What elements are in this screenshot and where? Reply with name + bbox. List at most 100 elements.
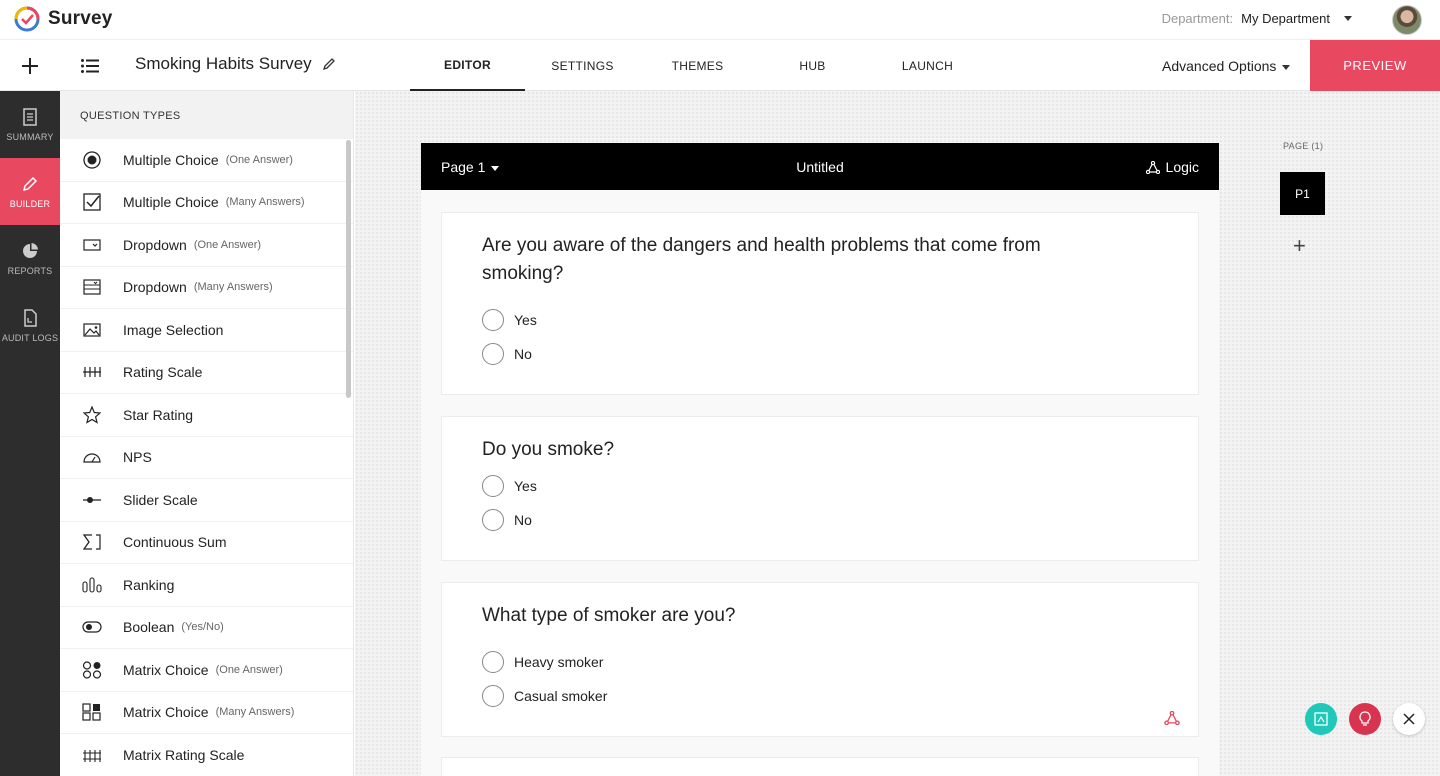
qtype-sub: (One Answer) bbox=[215, 663, 283, 676]
advanced-options-dropdown[interactable]: Advanced Options bbox=[1162, 58, 1291, 74]
qtype-label: Matrix Rating Scale bbox=[123, 746, 245, 763]
answer-option[interactable]: Heavy smoker bbox=[482, 651, 603, 673]
qtype-label: Matrix Choice bbox=[123, 661, 209, 678]
logic-button[interactable]: Logic bbox=[1145, 159, 1199, 175]
answer-label: Heavy smoker bbox=[514, 654, 604, 670]
question-types-panel: QUESTION TYPES Multiple Choice (One Answe… bbox=[60, 91, 354, 776]
qtype-slider-scale[interactable]: Slider Scale bbox=[60, 479, 353, 522]
question-types-scrollbar[interactable] bbox=[346, 140, 351, 398]
radio-button[interactable] bbox=[482, 509, 504, 531]
summary-icon bbox=[23, 107, 37, 126]
qtype-continuous-sum[interactable]: Continuous Sum bbox=[60, 522, 353, 564]
star-icon bbox=[82, 405, 102, 425]
qtype-matrix-choice-one[interactable]: Matrix Choice (One Answer) bbox=[60, 649, 353, 692]
tab-editor[interactable]: EDITOR bbox=[410, 40, 525, 91]
question-logic-icon[interactable] bbox=[1164, 711, 1180, 725]
radio-button[interactable] bbox=[482, 343, 504, 365]
answer-label: Casual smoker bbox=[514, 688, 608, 704]
qtype-rating-scale[interactable]: Rating Scale bbox=[60, 352, 353, 394]
nav-reports[interactable]: REPORTS bbox=[0, 225, 60, 292]
answer-option[interactable]: Casual smoker bbox=[482, 685, 607, 707]
tab-themes[interactable]: THEMES bbox=[640, 40, 755, 91]
page-thumbnail-p1[interactable]: P1 bbox=[1280, 172, 1325, 215]
survey-logo-icon bbox=[14, 6, 40, 32]
qtype-dropdown-many[interactable]: Dropdown (Many Answers) bbox=[60, 267, 353, 309]
qtype-matrix-rating-scale[interactable]: Matrix Rating Scale bbox=[60, 734, 353, 776]
question-card[interactable]: What type of smoker are you? Heavy smoke… bbox=[441, 582, 1199, 737]
question-card[interactable] bbox=[441, 757, 1199, 776]
qtype-image-selection[interactable]: Image Selection bbox=[60, 309, 353, 352]
radio-button[interactable] bbox=[482, 651, 504, 673]
qtype-dropdown-one[interactable]: Dropdown (One Answer) bbox=[60, 224, 353, 267]
nav-summary-label: SUMMARY bbox=[6, 131, 54, 142]
nav-audit-logs[interactable]: AUDIT LOGS bbox=[0, 292, 60, 359]
answer-label: Yes bbox=[514, 478, 537, 494]
presentation-button[interactable] bbox=[1305, 703, 1337, 735]
toggle-icon bbox=[82, 617, 102, 637]
lightbulb-icon bbox=[1359, 711, 1371, 726]
qtype-sub: (Many Answers) bbox=[215, 706, 295, 719]
page-title[interactable]: Untitled bbox=[421, 159, 1219, 175]
gauge-icon bbox=[82, 447, 102, 467]
qtype-label: Matrix Choice bbox=[123, 704, 209, 721]
qtype-label: Multiple Choice bbox=[123, 151, 219, 168]
sum-icon bbox=[82, 532, 102, 552]
avatar[interactable] bbox=[1392, 5, 1422, 35]
qtype-sub: (Many Answers) bbox=[193, 281, 273, 294]
tab-hub[interactable]: HUB bbox=[755, 40, 870, 91]
radio-button[interactable] bbox=[482, 309, 504, 331]
qtype-ranking[interactable]: Ranking bbox=[60, 564, 353, 607]
qtype-sub: (One Answer) bbox=[193, 238, 262, 251]
tab-settings[interactable]: SETTINGS bbox=[525, 40, 640, 91]
top-bar: Survey Department: My Department bbox=[0, 0, 1440, 40]
department-label: Department: bbox=[1161, 11, 1234, 26]
app-name: Survey bbox=[48, 8, 113, 29]
tab-launch[interactable]: LAUNCH bbox=[870, 40, 985, 91]
presentation-icon bbox=[1314, 712, 1328, 726]
app-logo[interactable]: Survey bbox=[14, 6, 113, 32]
page-header: Page 1 Untitled Logic bbox=[421, 143, 1219, 190]
survey-title[interactable]: Smoking Habits Survey bbox=[135, 54, 336, 74]
menu-button[interactable] bbox=[60, 40, 120, 91]
ranking-icon bbox=[82, 575, 102, 595]
radio-button[interactable] bbox=[482, 475, 504, 497]
nav-builder[interactable]: BUILDER bbox=[0, 158, 60, 225]
qtype-label: Dropdown bbox=[123, 236, 187, 253]
radio-button[interactable] bbox=[482, 685, 504, 707]
qtype-multiple-choice-many[interactable]: Multiple Choice (Many Answers) bbox=[60, 182, 353, 224]
qtype-boolean[interactable]: Boolean (Yes/No) bbox=[60, 607, 353, 649]
qtype-label: Continuous Sum bbox=[123, 534, 227, 551]
question-card[interactable]: Are you aware of the dangers and health … bbox=[441, 212, 1199, 395]
close-floating-button[interactable] bbox=[1393, 703, 1425, 735]
qtype-label: NPS bbox=[123, 449, 152, 466]
nav-summary[interactable]: SUMMARY bbox=[0, 91, 60, 158]
department-selector[interactable]: Department: My Department bbox=[1162, 11, 1352, 26]
logic-icon bbox=[1145, 160, 1160, 174]
add-button[interactable] bbox=[0, 40, 60, 91]
matrix-rating-icon bbox=[82, 745, 102, 765]
question-card[interactable]: Do you smoke? Yes No bbox=[441, 416, 1199, 561]
department-value: My Department bbox=[1241, 11, 1330, 26]
qtype-star-rating[interactable]: Star Rating bbox=[60, 394, 353, 437]
nav-reports-label: REPORTS bbox=[7, 265, 53, 276]
rating-scale-icon bbox=[82, 362, 102, 382]
qtype-matrix-choice-many[interactable]: Matrix Choice (Many Answers) bbox=[60, 692, 353, 734]
chevron-down-icon bbox=[1344, 16, 1352, 21]
answer-label: No bbox=[514, 512, 532, 528]
qtype-label: Boolean bbox=[123, 619, 175, 636]
question-text: What type of smoker are you? bbox=[482, 605, 736, 626]
answer-option[interactable]: No bbox=[482, 509, 532, 531]
edit-pencil-icon[interactable] bbox=[322, 57, 336, 71]
dropdown-icon bbox=[82, 235, 102, 255]
add-page-button[interactable]: + bbox=[1293, 233, 1306, 259]
qtype-multiple-choice-one[interactable]: Multiple Choice (One Answer) bbox=[60, 139, 353, 182]
preview-button[interactable]: PREVIEW bbox=[1310, 40, 1440, 91]
radio-icon bbox=[82, 150, 102, 170]
qtype-label: Multiple Choice bbox=[123, 194, 219, 211]
answer-option[interactable]: Yes bbox=[482, 309, 537, 331]
answer-option[interactable]: No bbox=[482, 343, 532, 365]
qtype-sub: (Many Answers) bbox=[225, 196, 305, 209]
tips-button[interactable] bbox=[1349, 703, 1381, 735]
qtype-nps[interactable]: NPS bbox=[60, 437, 353, 479]
answer-option[interactable]: Yes bbox=[482, 475, 537, 497]
